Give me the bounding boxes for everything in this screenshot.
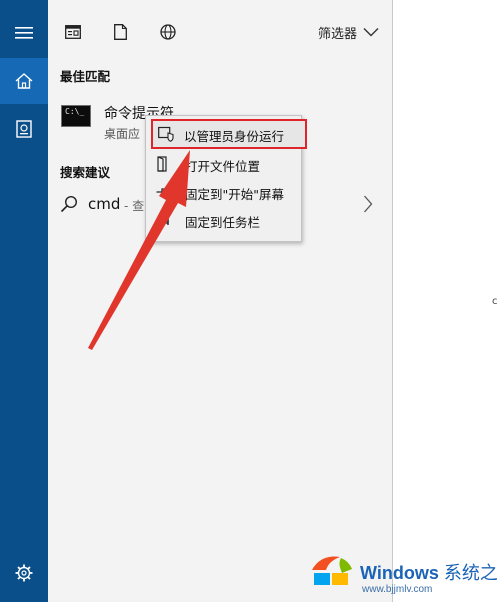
pin-to-taskbar-label: 固定到任务栏 xyxy=(185,215,261,230)
start-search-screen: 筛选器 最佳匹配 C:\_ 命令提示符 桌面应 搜索建议 cmd - 查 以管理… xyxy=(0,0,497,602)
settings-button[interactable] xyxy=(0,550,48,596)
open-file-location-menu-item[interactable]: 打开文件位置 xyxy=(146,151,301,177)
best-match-heading: 最佳匹配 xyxy=(60,69,111,84)
documents-button[interactable] xyxy=(0,106,48,152)
chevron-right-icon xyxy=(364,195,373,213)
best-match-subtitle: 桌面应 xyxy=(104,127,141,141)
pin-taskbar-icon xyxy=(156,215,169,225)
search-suggestions-heading: 搜索建议 xyxy=(60,165,111,180)
pin-icon xyxy=(156,187,169,197)
search-icon xyxy=(60,195,78,213)
suggestion-query: cmd xyxy=(88,195,121,213)
folder-open-icon xyxy=(157,156,167,172)
settings-icon xyxy=(15,564,33,582)
run-as-admin-menu-item[interactable]: 以管理员身份运行 xyxy=(151,119,307,149)
apps-icon xyxy=(65,25,81,39)
desktop-background xyxy=(393,0,497,602)
menu-icon xyxy=(15,27,33,39)
web-icon xyxy=(160,24,176,40)
documents-icon xyxy=(16,120,32,138)
suggestion-query-suffix: - 查 xyxy=(124,199,145,213)
pin-to-taskbar-menu-item[interactable]: 固定到任务栏 xyxy=(146,207,301,233)
open-file-location-label: 打开文件位置 xyxy=(185,159,261,174)
home-icon xyxy=(15,73,33,89)
filter-dropdown[interactable]: 筛选器 xyxy=(318,22,379,42)
filter-label: 筛选器 xyxy=(317,26,357,42)
context-menu: 以管理员身份运行 打开文件位置 固定到"开始"屏幕 固定到任务栏 xyxy=(145,115,307,242)
command-prompt-icon: C:\_ xyxy=(61,105,91,127)
apps-tab[interactable] xyxy=(63,22,83,42)
search-topbar: 筛选器 xyxy=(48,12,393,52)
home-button[interactable] xyxy=(0,58,48,104)
watermark: Windows 系统之家 www.bjjmlv.com xyxy=(306,547,497,597)
search-results-panel: 筛选器 最佳匹配 C:\_ 命令提示符 桌面应 搜索建议 cmd - 查 xyxy=(48,0,393,602)
start-left-rail xyxy=(0,0,48,602)
watermark-brand: Windows 系统之家 xyxy=(360,563,497,583)
document-icon xyxy=(113,24,127,40)
web-tab[interactable] xyxy=(158,22,178,42)
watermark-url: www.bjjmlv.com xyxy=(362,584,433,595)
windows-logo-icon xyxy=(312,556,352,585)
edge-mark: c xyxy=(492,296,497,307)
pin-to-start-label: 固定到"开始"屏幕 xyxy=(185,187,284,202)
chevron-down-icon xyxy=(363,28,379,37)
run-as-admin-label: 以管理员身份运行 xyxy=(184,129,285,144)
pin-to-start-menu-item[interactable]: 固定到"开始"屏幕 xyxy=(146,179,301,205)
shield-run-icon xyxy=(158,126,174,142)
documents-tab[interactable] xyxy=(110,22,130,42)
hamburger-menu-button[interactable] xyxy=(0,10,48,56)
